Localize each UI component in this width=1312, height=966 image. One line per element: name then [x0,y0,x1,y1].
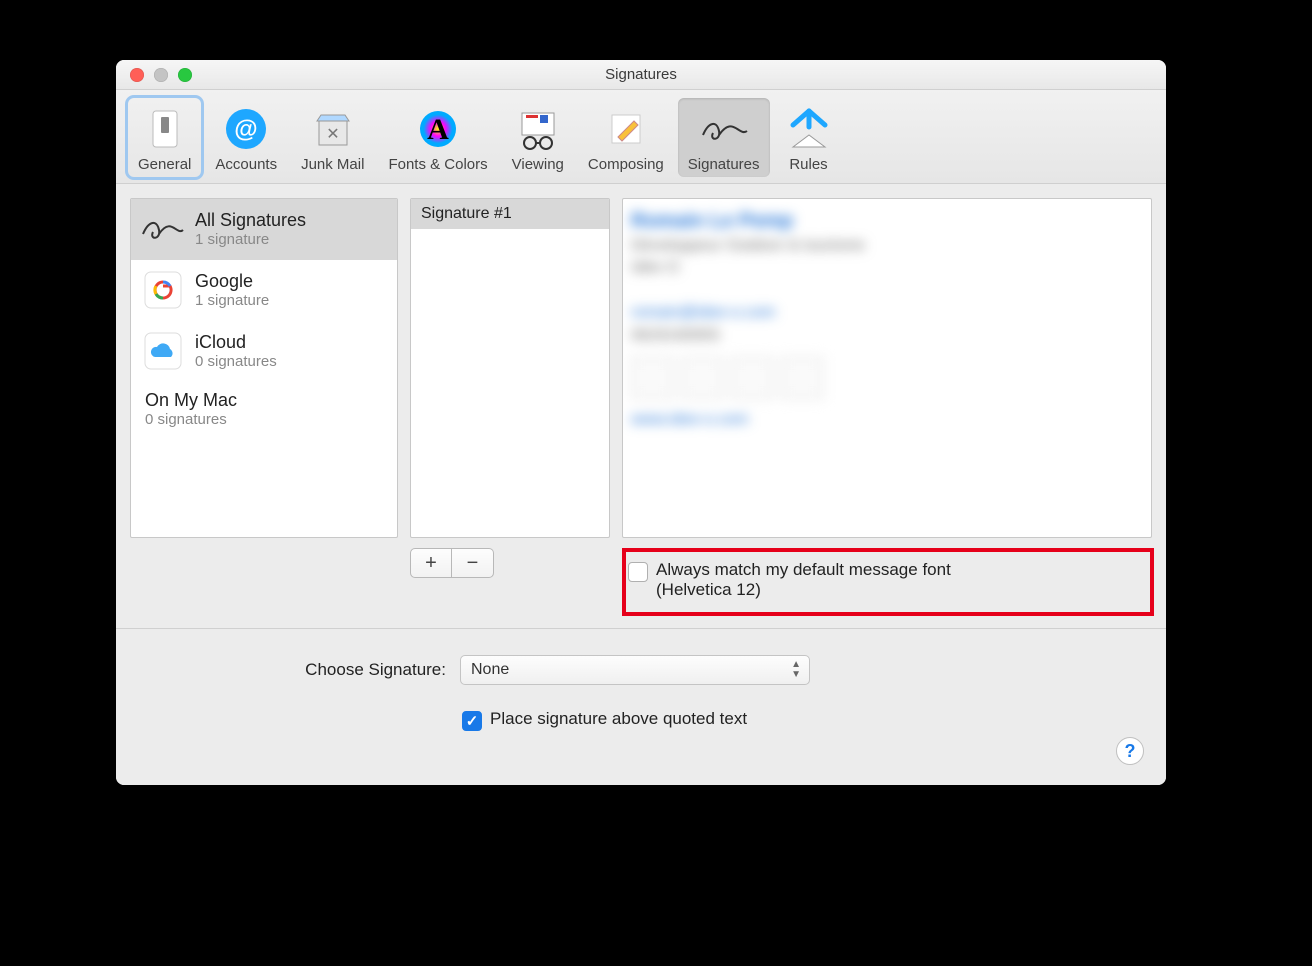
svg-text:A: A [427,113,449,146]
zoom-window-button[interactable] [178,68,192,82]
account-google[interactable]: Google 1 signature [131,260,397,321]
match-font-label: Always match my default message font [656,560,951,580]
tab-accounts[interactable]: @ Accounts [205,98,287,177]
junk-icon: ✕ [308,104,358,154]
general-icon [140,104,190,154]
place-above-checkbox-row[interactable]: Place signature above quoted text [460,705,749,735]
signature-glyph-icon [141,207,185,251]
help-button[interactable]: ? [1116,737,1144,765]
preferences-window: Signatures General @ Accounts ✕ Junk Mai… [116,60,1166,785]
remove-signature-button[interactable]: − [452,548,494,578]
place-above-label: Place signature above quoted text [490,709,747,729]
tab-fonts-colors[interactable]: A Fonts & Colors [378,98,497,177]
close-window-button[interactable] [130,68,144,82]
titlebar: Signatures [116,60,1166,90]
fonts-icon: A [413,104,463,154]
accounts-icon: @ [221,104,271,154]
account-icloud[interactable]: iCloud 0 signatures [131,321,397,382]
choose-signature-label: Choose Signature: [266,660,446,680]
window-title: Signatures [116,66,1166,83]
tab-signatures[interactable]: Signatures [678,98,770,177]
tab-general[interactable]: General [128,98,201,177]
preferences-toolbar: General @ Accounts ✕ Junk Mail A Fonts &… [116,90,1166,184]
chevron-up-down-icon: ▲▼ [791,660,801,680]
google-icon [141,268,185,312]
signature-preview-content: Romain Le Pemp Développeur Outdoor & tou… [631,207,1143,529]
minimize-window-button[interactable] [154,68,168,82]
rules-icon [784,104,834,154]
signatures-icon [699,104,749,154]
accounts-list: All Signatures 1 signature Google 1 sign… [130,198,398,538]
match-font-checkbox-row[interactable]: Always match my default message font (He… [626,556,1156,604]
signature-item[interactable]: Signature #1 [411,199,609,229]
icloud-icon [141,329,185,373]
match-font-checkbox[interactable] [628,562,648,582]
tab-rules[interactable]: Rules [774,98,844,177]
tab-composing[interactable]: Composing [578,98,674,177]
account-all-signatures[interactable]: All Signatures 1 signature [131,199,397,260]
tab-junk-mail[interactable]: ✕ Junk Mail [291,98,374,177]
viewing-icon [513,104,563,154]
account-on-my-mac[interactable]: On My Mac 0 signatures [131,382,397,437]
tab-viewing[interactable]: Viewing [502,98,574,177]
add-signature-button[interactable]: + [410,548,452,578]
svg-text:@: @ [235,116,258,143]
place-above-checkbox[interactable] [462,711,482,731]
svg-text:✕: ✕ [326,126,339,143]
signatures-list: Signature #1 [410,198,610,538]
choose-signature-select[interactable]: None ▲▼ [460,655,810,685]
bottom-panel: Choose Signature: None ▲▼ Place signatur… [116,628,1166,785]
match-font-sublabel: (Helvetica 12) [656,580,951,600]
composing-icon [601,104,651,154]
signature-preview[interactable]: Romain Le Pemp Développeur Outdoor & tou… [622,198,1152,538]
